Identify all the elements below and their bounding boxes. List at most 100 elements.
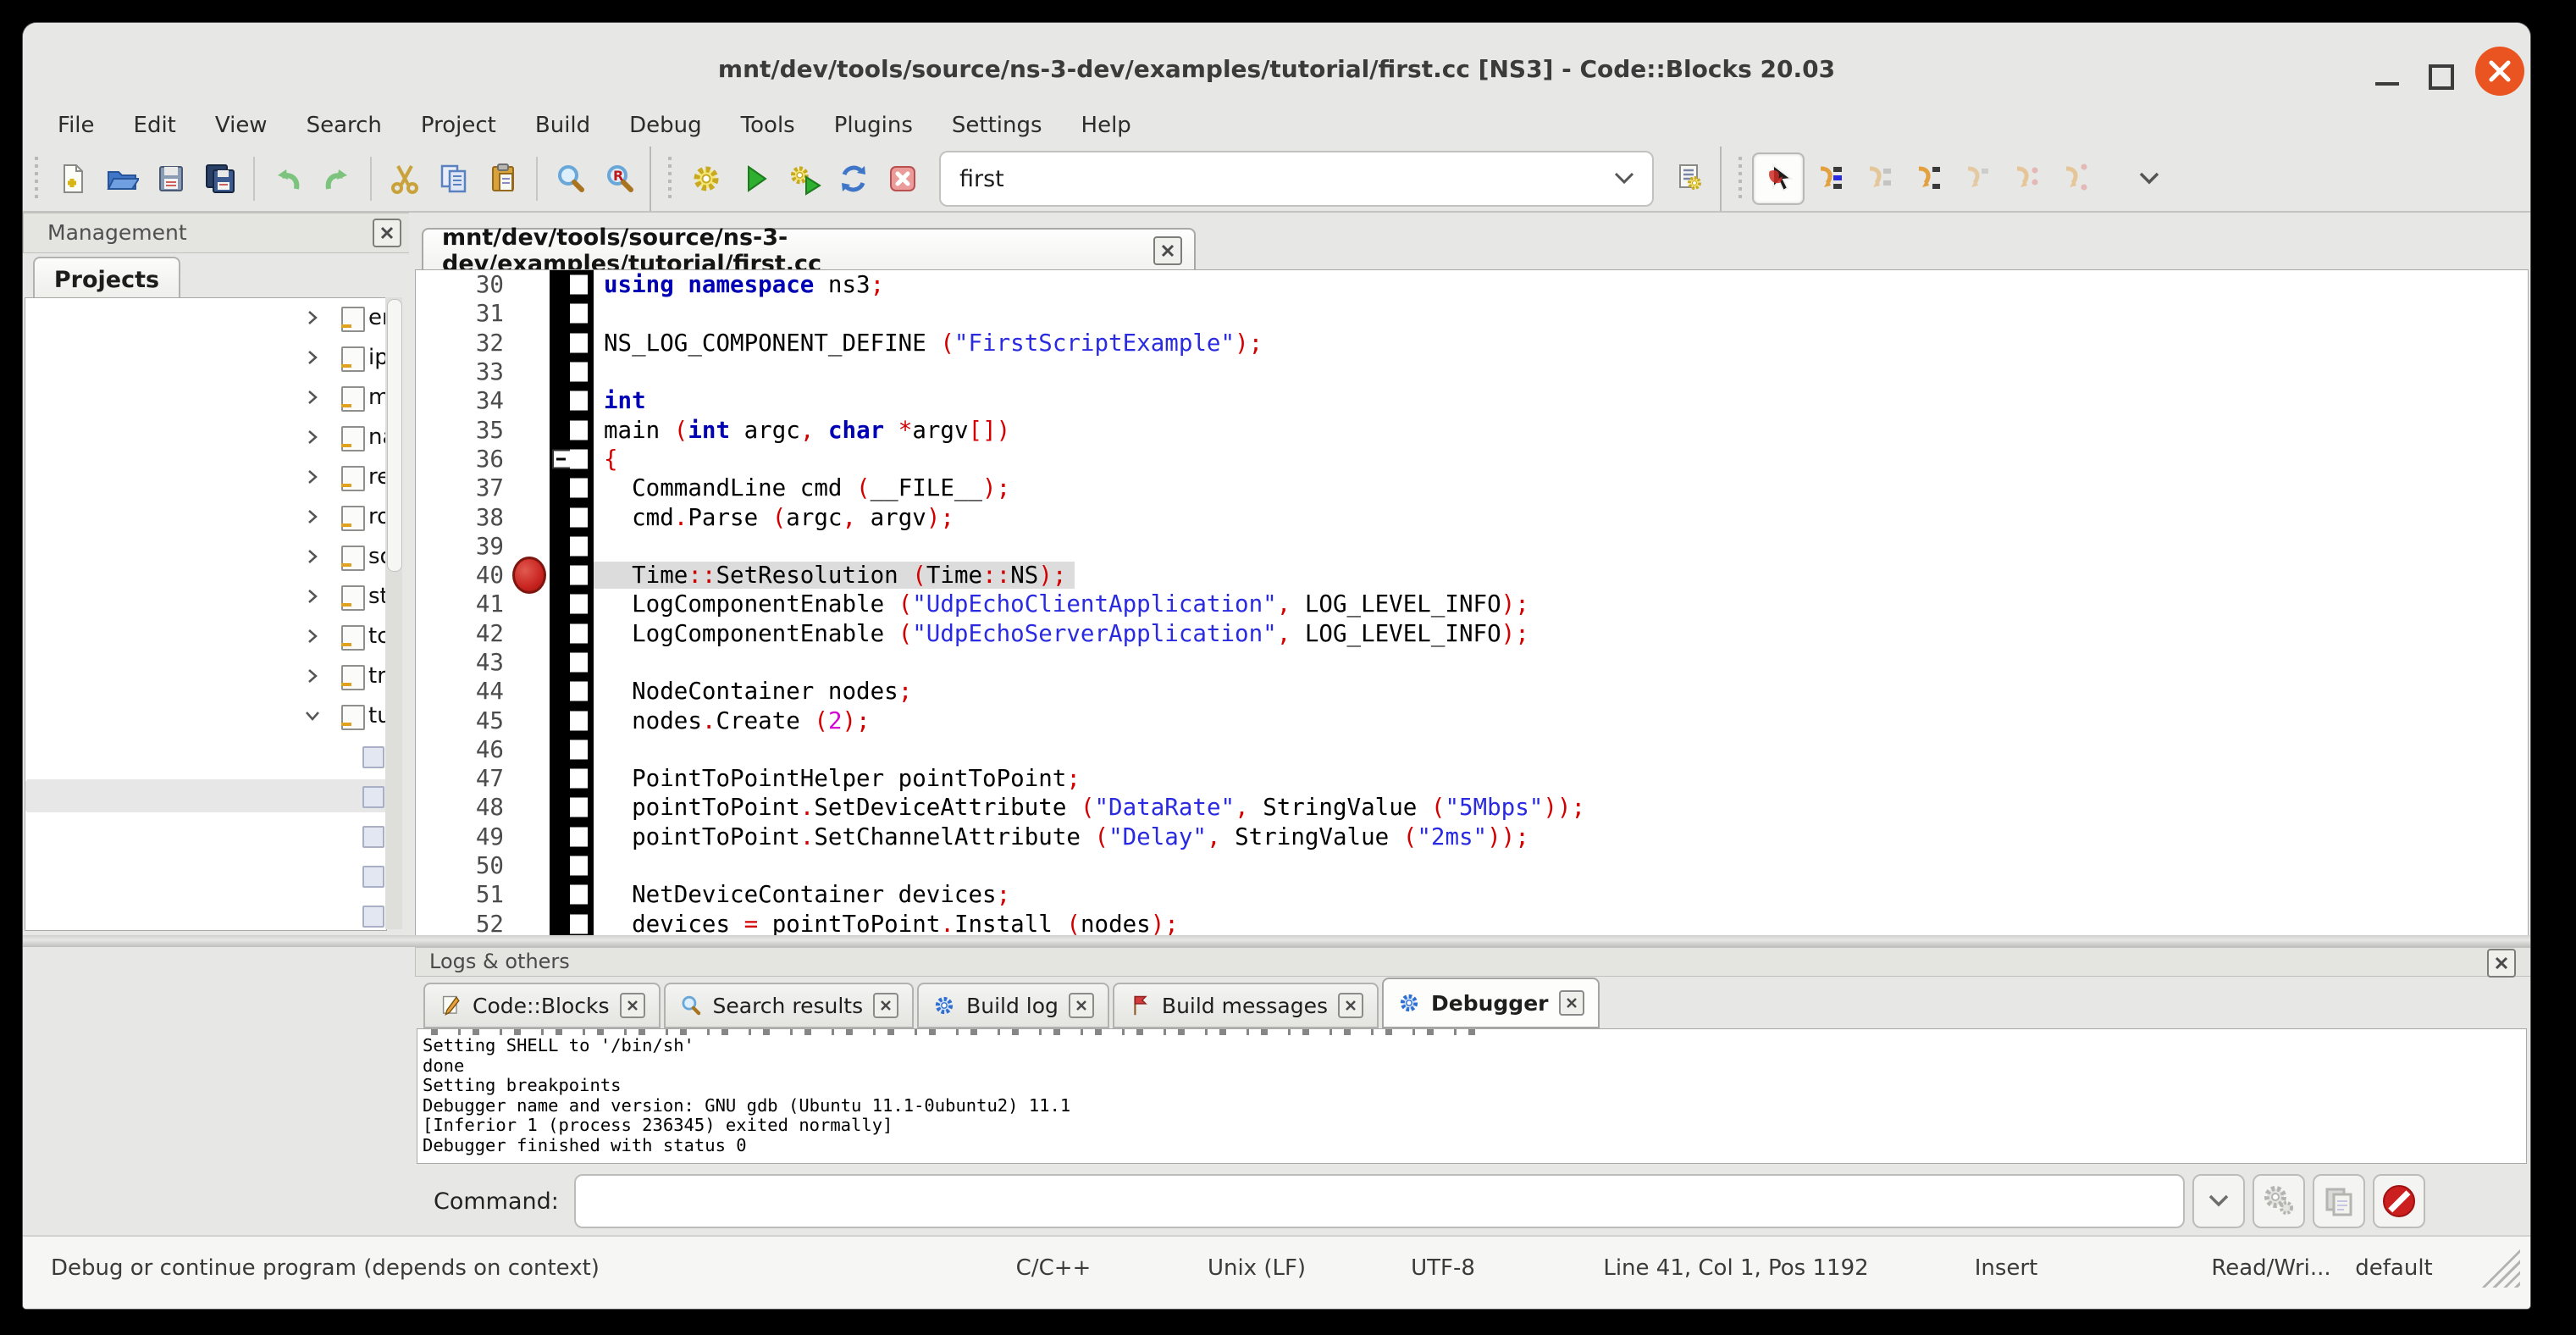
code-line-47[interactable]: 47 PointToPointHelper pointToPoint; [416, 764, 2528, 793]
tree-expander-icon[interactable] [301, 506, 323, 528]
code-line-52[interactable]: 52 devices = pointToPoint.Install (nodes… [416, 910, 2528, 936]
code-line-49[interactable]: 49 pointToPoint.SetChannelAttribute ("De… [416, 823, 2528, 851]
stop-debugger-button[interactable] [2373, 1174, 2425, 1228]
logs-tab-build-log[interactable]: Build log [917, 983, 1109, 1028]
compile-button[interactable] [682, 154, 731, 203]
menu-project[interactable]: Project [401, 113, 516, 138]
logs-tab-close-button[interactable] [620, 993, 645, 1018]
menu-build[interactable]: Build [516, 113, 610, 138]
resize-grip[interactable] [2481, 1249, 2520, 1288]
logs-tab-debugger[interactable]: Debugger [1382, 978, 1599, 1028]
tree-item-se[interactable]: se [25, 895, 386, 931]
logs-tab-close-button[interactable] [873, 993, 898, 1018]
breakpoint-margin[interactable] [511, 910, 550, 936]
breakpoint-margin[interactable] [511, 823, 550, 851]
breakpoint-margin[interactable] [511, 329, 550, 357]
build-options-button[interactable] [1666, 154, 1715, 203]
code-line-48[interactable]: 48 pointToPoint.SetDeviceAttribute ("Dat… [416, 793, 2528, 822]
breakpoint-margin[interactable] [511, 386, 550, 415]
debug-continue-button[interactable] [1752, 152, 1805, 205]
tree-scrollbar-thumb[interactable] [387, 299, 402, 572]
breakpoint-icon[interactable] [512, 557, 546, 594]
maximize-button[interactable] [2421, 57, 2458, 94]
logs-tab-close-button[interactable] [1559, 990, 1584, 1016]
code-line-51[interactable]: 51 NetDeviceContainer devices; [416, 880, 2528, 909]
open-file-button[interactable] [97, 154, 146, 203]
logs-close-button[interactable] [2487, 949, 2516, 978]
panel-splitter[interactable] [409, 213, 415, 935]
menu-settings[interactable]: Settings [932, 113, 1062, 138]
tree-item-rout[interactable]: rout [25, 497, 386, 537]
tree-expander-icon[interactable] [301, 585, 323, 607]
build-target-combobox[interactable]: first [939, 151, 1654, 207]
code-line-36[interactable]: 36{ [416, 445, 2528, 474]
tree-expander-icon[interactable] [301, 546, 323, 568]
tree-item-reall[interactable]: reall [25, 457, 386, 497]
tree-expander-icon[interactable] [301, 426, 323, 448]
find-button[interactable] [546, 154, 595, 203]
toolbar-grip[interactable] [35, 157, 41, 201]
code-line-38[interactable]: 38 cmd.Parse (argc, argv); [416, 502, 2528, 531]
tree-item-trafl[interactable]: trafl [25, 656, 386, 696]
tree-item-fir[interactable]: fir [25, 776, 386, 816]
toolbar-overflow-button[interactable] [2125, 154, 2174, 203]
minimize-button[interactable] [2369, 57, 2406, 94]
code-line-30[interactable]: 30using namespace ns3; [416, 270, 2528, 299]
breakpoint-margin[interactable] [511, 706, 550, 734]
tree-item-fo[interactable]: fo [25, 816, 386, 856]
code-line-35[interactable]: 35main (int argc, char *argv[]) [416, 415, 2528, 444]
code-line-41[interactable]: 41 LogComponentEnable ("UdpEchoClientApp… [416, 590, 2528, 618]
command-dropdown-button[interactable] [2192, 1174, 2245, 1228]
command-input[interactable] [574, 1174, 2185, 1228]
code-line-32[interactable]: 32NS_LOG_COMPONENT_DEFINE ("FirstScriptE… [416, 329, 2528, 357]
step-into-button[interactable] [1903, 154, 1952, 203]
breakpoint-margin[interactable] [511, 357, 550, 386]
code-line-44[interactable]: 44 NodeContainer nodes; [416, 677, 2528, 706]
tree-expander-icon[interactable] [301, 466, 323, 488]
tree-expander-icon[interactable] [301, 307, 323, 329]
toolbar-grip[interactable] [1739, 157, 1745, 201]
build-and-run-button[interactable] [780, 154, 829, 203]
undo-button[interactable] [263, 154, 312, 203]
logs-splitter[interactable] [23, 935, 2530, 947]
chevron-down-icon[interactable] [1611, 171, 1637, 186]
breakpoint-margin[interactable] [511, 415, 550, 444]
tree-item-stat[interactable]: stat [25, 577, 386, 617]
menu-search[interactable]: Search [287, 113, 401, 138]
logs-tab-build-messages[interactable]: Build messages [1113, 983, 1379, 1028]
code-line-31[interactable]: 31 [416, 299, 2528, 328]
code-line-34[interactable]: 34int [416, 386, 2528, 415]
tree-expander-icon[interactable] [301, 665, 323, 687]
breakpoint-margin[interactable] [511, 270, 550, 299]
logs-tab-close-button[interactable] [1069, 993, 1094, 1018]
new-file-button[interactable] [48, 154, 97, 203]
menu-view[interactable]: View [196, 113, 287, 138]
breakpoint-margin[interactable] [511, 445, 550, 474]
tree-expander-icon[interactable] [301, 346, 323, 368]
titlebar[interactable]: mnt/dev/tools/source/ns-3-dev/examples/t… [23, 23, 2530, 99]
copy-log-button[interactable] [2313, 1174, 2365, 1228]
menu-debug[interactable]: Debug [610, 113, 721, 138]
code-editor[interactable]: 30using namespace ns3;3132NS_LOG_COMPONE… [415, 269, 2529, 936]
tree-scrollbar[interactable] [385, 297, 402, 929]
breakpoint-margin[interactable] [511, 851, 550, 880]
tree-item-he[interactable]: he [25, 856, 386, 895]
debugger-output[interactable]: Setting SHELL to '/bin/sh'doneSetting br… [417, 1028, 2527, 1164]
management-close-button[interactable] [373, 219, 401, 247]
menu-tools[interactable]: Tools [721, 113, 815, 138]
debugger-settings-button[interactable] [2253, 1174, 2305, 1228]
cut-button[interactable] [380, 154, 429, 203]
code-line-43[interactable]: 43 [416, 648, 2528, 677]
breakpoint-margin[interactable] [511, 880, 550, 909]
code-line-39[interactable]: 39 [416, 532, 2528, 561]
tree-expander-icon[interactable] [301, 705, 323, 727]
run-to-cursor-button[interactable] [1805, 154, 1854, 203]
step-into-instruction-button[interactable] [2050, 154, 2099, 203]
tree-item-tuto[interactable]: tuto [25, 696, 386, 736]
code-line-50[interactable]: 50 [416, 851, 2528, 880]
breakpoint-margin[interactable] [511, 677, 550, 706]
code-line-40[interactable]: 40 Time::SetResolution (Time::NS); [416, 561, 2528, 590]
tree-item-mat[interactable]: mat [25, 378, 386, 418]
editor-tab-first-cc[interactable]: mnt/dev/tools/source/ns-3-dev/examples/t… [422, 228, 1196, 271]
breakpoint-margin[interactable] [511, 619, 550, 648]
